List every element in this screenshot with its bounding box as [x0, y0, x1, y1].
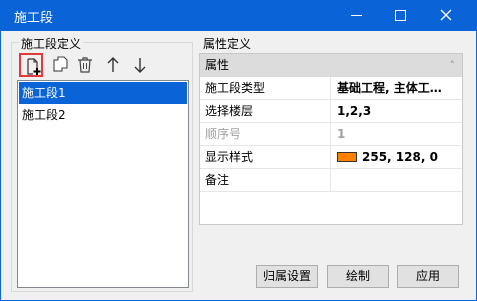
property-grid[interactable]: 属性 ˄ 施工段类型 基础工程, 主体工… 选择楼层 1,2,3 顺序号 1 显…: [199, 53, 463, 225]
move-up-button[interactable]: [101, 53, 125, 77]
property-value: 255, 128, 0: [362, 150, 438, 164]
close-button[interactable]: [426, 0, 466, 31]
copy-button[interactable]: [49, 53, 73, 77]
segment-definition-label: 施工段定义: [19, 35, 84, 52]
arrow-up-icon: [107, 57, 119, 72]
add-segment-icon: [27, 58, 41, 75]
property-value: 1: [337, 127, 346, 141]
property-grid-header[interactable]: 属性 ˄: [200, 54, 462, 77]
property-value-cell[interactable]: 255, 128, 0: [332, 146, 462, 168]
property-name: 备注: [200, 169, 331, 191]
property-row-remarks[interactable]: 备注: [200, 169, 462, 192]
title-bar[interactable]: 施工段: [0, 0, 477, 31]
close-icon: [440, 9, 452, 21]
property-row-segment-type[interactable]: 施工段类型 基础工程, 主体工…: [200, 77, 462, 100]
collapse-chevron-icon[interactable]: ˄: [450, 54, 456, 77]
window-title: 施工段: [14, 11, 54, 26]
apply-button[interactable]: 应用: [397, 265, 459, 288]
delete-icon: [78, 57, 92, 73]
property-value[interactable]: 基础工程, 主体工…: [332, 77, 462, 99]
property-value[interactable]: 1,2,3: [332, 100, 462, 122]
property-definition-label: 属性定义: [201, 35, 254, 52]
arrow-down-icon: [134, 58, 146, 73]
property-row-order: 顺序号 1: [200, 123, 462, 146]
property-category-label: 属性: [205, 58, 230, 72]
minimize-button[interactable]: [337, 0, 377, 31]
minimize-icon: [351, 15, 362, 16]
property-row-floors[interactable]: 选择楼层 1,2,3: [200, 100, 462, 123]
draw-button[interactable]: 绘制: [327, 265, 389, 288]
property-name: 显示样式: [200, 146, 331, 168]
dialog-window: 施工段 施工段定义 施工段1 施工段2 属性定义 属性 ˄ 施工段类型 基础工程…: [0, 0, 477, 301]
add-segment-button[interactable]: [19, 53, 43, 77]
assign-settings-button[interactable]: 归属设置: [256, 265, 318, 288]
delete-button[interactable]: [73, 53, 97, 77]
list-item-segment-1[interactable]: 施工段1: [19, 82, 187, 104]
maximize-icon: [395, 10, 406, 21]
property-value[interactable]: [332, 169, 462, 191]
property-row-display-style[interactable]: 显示样式 255, 128, 0: [200, 146, 462, 169]
color-swatch: [337, 152, 357, 162]
dialog-client-area: 施工段定义 施工段1 施工段2 属性定义 属性 ˄ 施工段类型 基础工程, 主体…: [1, 31, 476, 300]
copy-icon: [53, 56, 68, 72]
property-name: 选择楼层: [200, 100, 331, 122]
property-name: 顺序号: [200, 123, 331, 145]
property-name: 施工段类型: [200, 77, 331, 99]
segment-list[interactable]: 施工段1 施工段2: [17, 80, 189, 288]
move-down-button[interactable]: [128, 53, 152, 77]
maximize-button[interactable]: [382, 0, 422, 31]
list-item-segment-2[interactable]: 施工段2: [19, 104, 187, 126]
